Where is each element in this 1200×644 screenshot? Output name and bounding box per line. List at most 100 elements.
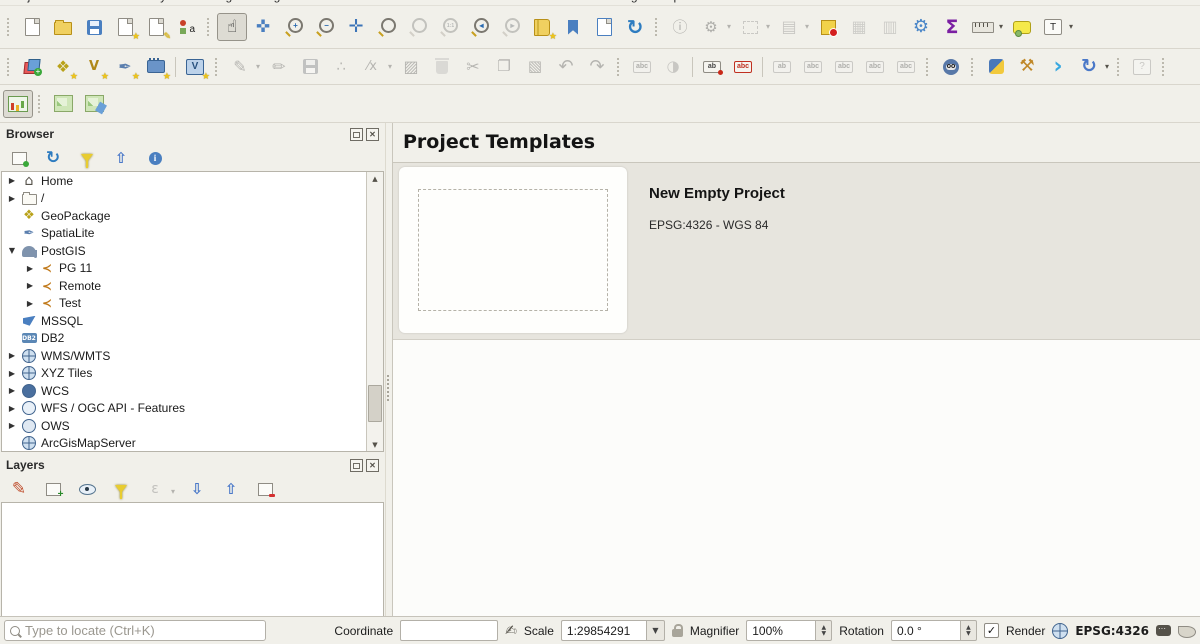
panel-splitter[interactable] [385, 123, 393, 627]
properties-widget-button[interactable]: i [140, 147, 170, 169]
select-by-value-button[interactable]: ▤▾ [774, 13, 804, 41]
toolbar-grip[interactable] [207, 18, 212, 36]
digitize-with-segment-button[interactable]: ∴ [326, 53, 356, 81]
new-mesh-layer-button[interactable]: V★ [180, 53, 210, 81]
menu-view[interactable]: View [94, 0, 138, 3]
menu-project[interactable]: Project [0, 0, 55, 3]
menu-plugins[interactable]: Plugins [247, 0, 304, 3]
layers-close-button[interactable]: ✕ [366, 459, 379, 472]
rotate-label-button[interactable]: abc [829, 53, 859, 81]
toolbar-grip[interactable] [1162, 58, 1167, 76]
current-edits-button[interactable]: ✎▾ [225, 53, 255, 81]
messages-icon[interactable] [1156, 625, 1171, 636]
show-hide-labels-button[interactable]: ab [767, 53, 797, 81]
style-manager-button[interactable]: a [172, 13, 202, 41]
tree-item-wms-wmts[interactable]: ▶WMS/WMTS [2, 347, 383, 365]
tree-item-mssql[interactable]: MSSQL [2, 312, 383, 330]
metasearch-button[interactable] [936, 53, 966, 81]
crs-status-button[interactable]: EPSG:4326 [1075, 624, 1149, 638]
expand-all-button[interactable]: ⇩ [182, 478, 212, 500]
tree-item-arcgismapserver[interactable]: ArcGisMapServer [2, 435, 383, 453]
toolbar-grip[interactable] [926, 58, 931, 76]
menu-raster[interactable]: Raster [357, 0, 410, 3]
highlight-pinned-labels-button[interactable]: abc [728, 53, 758, 81]
lamp-icon[interactable] [1178, 626, 1196, 638]
statistical-summary-button[interactable]: Σ [937, 13, 967, 41]
menu-layer[interactable]: Layer [138, 0, 186, 3]
browser-scrollbar[interactable]: ▲ ▼ [366, 172, 383, 451]
save-layer-edits-button[interactable] [295, 53, 325, 81]
tree-expand-icon[interactable]: ▶ [7, 404, 17, 413]
chevron-down-icon[interactable]: ▾ [388, 63, 392, 71]
tree-expand-icon[interactable]: ▶ [25, 299, 35, 308]
tree-expand-icon[interactable]: ▶ [7, 421, 17, 430]
plugin-map-digitize-button[interactable] [48, 90, 78, 118]
tree-expand-icon[interactable]: ▶ [7, 386, 17, 395]
tree-item-home[interactable]: ▶⌂Home [2, 172, 383, 190]
text-annotation-button[interactable]: T▾ [1038, 13, 1068, 41]
toolbar-grip[interactable] [1117, 58, 1122, 76]
chevron-down-icon[interactable]: ▾ [171, 488, 175, 496]
redo-button[interactable]: ↷ [582, 53, 612, 81]
move-label-button[interactable]: abc [798, 53, 828, 81]
save-project-button[interactable] [79, 13, 109, 41]
chevron-down-icon[interactable]: ▾ [1069, 23, 1073, 31]
tree-item-geopackage[interactable]: ❖GeoPackage [2, 207, 383, 225]
locator-search-input[interactable]: Type to locate (Ctrl+K) [4, 620, 266, 641]
template-item-new-empty-project[interactable]: New Empty Project EPSG:4326 - WGS 84 [393, 163, 1200, 340]
plugin-builder-button[interactable]: ⚒ [1012, 53, 1042, 81]
scrollbar-thumb[interactable] [368, 385, 382, 422]
help-contents-button[interactable]: ? [1127, 53, 1157, 81]
delete-selected-button[interactable] [427, 53, 457, 81]
menu-items[interactable]: ProjectEditViewLayerSettingsPluginsVecto… [0, 0, 1200, 3]
zoom-last-button[interactable]: ◂ [465, 13, 495, 41]
toolbar-grip[interactable] [971, 58, 976, 76]
chevron-down-icon[interactable]: ▾ [805, 23, 809, 31]
chevron-down-icon[interactable]: ▾ [766, 23, 770, 31]
modify-attributes-button[interactable]: ▨ [396, 53, 426, 81]
mouse-position-icon[interactable]: ✍ [505, 624, 517, 638]
select-features-button[interactable]: ▾ [735, 13, 765, 41]
new-geopackage-layer-button[interactable]: ❖★ [48, 53, 78, 81]
open-project-button[interactable] [48, 13, 78, 41]
zoom-to-layer-button[interactable] [403, 13, 433, 41]
menu-mesh[interactable]: Mesh [522, 0, 569, 3]
scroll-up-icon[interactable]: ▲ [367, 172, 383, 185]
layer-diagram-button[interactable]: ◑ [658, 53, 688, 81]
tree-item-wcs[interactable]: ▶WCS [2, 382, 383, 400]
zoom-out-button[interactable]: − [310, 13, 340, 41]
toolbar-grip[interactable] [7, 18, 12, 36]
map-tips-button[interactable] [1007, 13, 1037, 41]
processing-toolbox-button[interactable]: ⚙ [906, 13, 936, 41]
manage-map-themes-button[interactable] [72, 478, 102, 500]
tree-expand-icon[interactable]: ▼ [7, 246, 17, 255]
tree-expand-icon[interactable]: ▶ [25, 281, 35, 290]
menu-settings[interactable]: Settings [186, 0, 247, 3]
toolbar-grip[interactable] [617, 58, 622, 76]
menu-web[interactable]: Web [479, 0, 521, 3]
menu-help[interactable]: Help [647, 0, 690, 3]
pan-map-button[interactable]: ☝ [217, 13, 247, 41]
toolbar-grip[interactable] [7, 58, 12, 76]
tree-item-[interactable]: ▶/ [2, 190, 383, 208]
show-bookmarks-button[interactable] [558, 13, 588, 41]
scroll-down-icon[interactable]: ▼ [367, 438, 383, 451]
python-console-button[interactable] [981, 53, 1011, 81]
change-label-button[interactable]: abc [860, 53, 890, 81]
pin-labels-button[interactable]: ab [697, 53, 727, 81]
lock-icon[interactable] [672, 629, 683, 637]
zoom-full-extent-button[interactable]: ✛ [341, 13, 371, 41]
magnifier-spinbox[interactable]: 100% ▲▼ [746, 620, 832, 641]
refresh-browser-button[interactable]: ↻ [38, 147, 68, 169]
layers-float-button[interactable] [350, 459, 363, 472]
layers-list[interactable] [1, 502, 384, 626]
tree-item-ows[interactable]: ▶OWS [2, 417, 383, 435]
new-from-template-button[interactable]: ★ [110, 13, 140, 41]
add-group-button[interactable] [38, 478, 68, 500]
tree-expand-icon[interactable]: ▶ [7, 176, 17, 185]
toggle-editing-button[interactable]: ✏ [264, 53, 294, 81]
plugin-map-tools-button[interactable] [79, 90, 109, 118]
edit-label-button[interactable]: abc [891, 53, 921, 81]
vertex-tool-button[interactable]: ⁄x▾ [357, 53, 387, 81]
tree-item-pg-11[interactable]: ▶≺PG 11 [2, 260, 383, 278]
